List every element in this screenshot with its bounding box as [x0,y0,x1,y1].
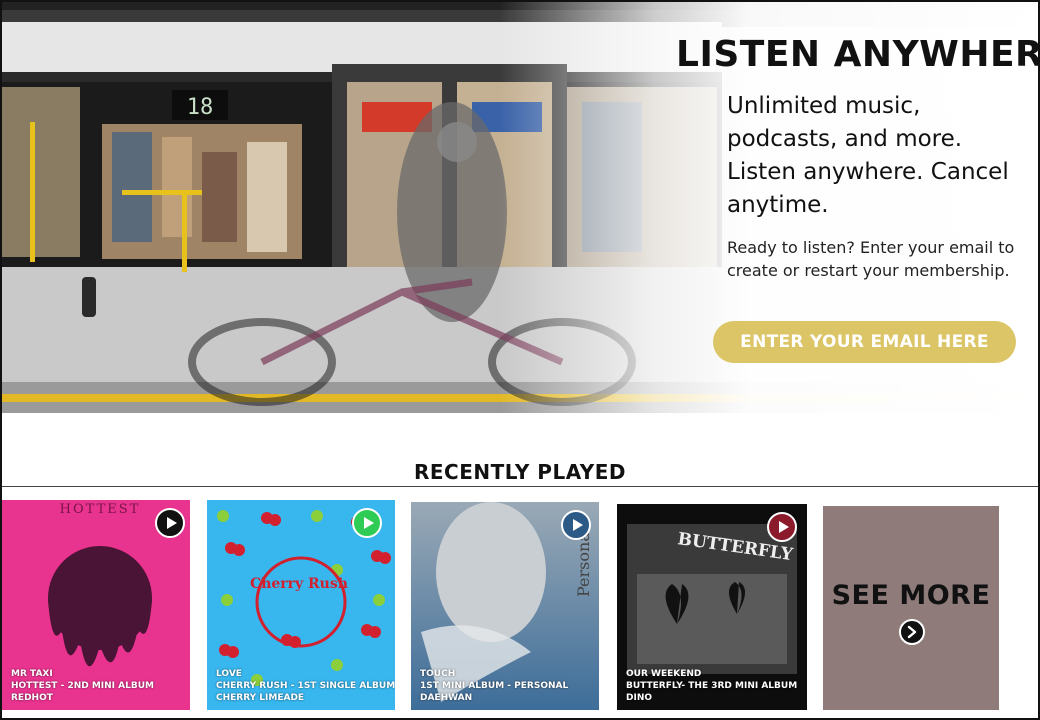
see-more-label: SEE MORE [831,580,991,611]
track-meta: MR TAXI HOTTEST - 2ND MINI ALBUM REDHOT [11,668,154,704]
album-card-cherry-rush[interactable]: Cherry Rush LOVE CHERRY RUSH - 1ST SINGL… [207,500,395,710]
recently-played-title: RECENTLY PLAYED [413,460,627,484]
album-title: BUTTERFLY- THE 3RD MINI ALBUM [626,681,798,691]
play-icon [778,521,789,533]
song-title: TOUCH [420,669,456,679]
see-more-card[interactable]: SEE MORE [823,506,999,710]
play-button[interactable] [561,510,591,540]
album-title: 1ST MINI ALBUM - PERSONAL [420,681,569,691]
enter-email-button[interactable]: ENTER YOUR EMAIL HERE [713,321,1016,363]
track-meta: TOUCH 1ST MINI ALBUM - PERSONAL DAEHWAN [420,668,568,704]
album-title: CHERRY RUSH - 1ST SINGLE ALBUM [216,681,395,691]
play-icon [166,517,177,529]
song-title: OUR WEEKEND [626,669,702,679]
hero-lead-text: Unlimited music, podcasts, and more. Lis… [727,93,1009,218]
album-title: HOTTEST - 2ND MINI ALBUM [11,681,154,691]
track-meta: LOVE CHERRY RUSH - 1ST SINGLE ALBUM CHER… [216,668,395,704]
play-icon [363,517,374,529]
hero-sub-text: Ready to listen? Enter your email to cre… [727,238,1015,280]
song-title: LOVE [216,669,242,679]
chevron-right-icon[interactable] [899,619,925,645]
song-title: MR TAXI [11,669,53,679]
section-divider [2,486,1038,487]
album-card-butterfly[interactable]: BUTTERFLY OUR WEEKEND BUTTERFLY- THE 3RD… [617,504,807,710]
cover-text: HOTTEST [60,502,141,517]
artist-name: DAEHWAN [420,693,473,703]
play-button[interactable] [767,512,797,542]
artist-name: DINO [626,693,653,703]
artist-name: CHERRY LIMEADE [216,693,305,703]
cover-text: Cherry Rush [250,576,348,592]
album-card-hottest[interactable]: HOTTEST MR TAXI HOTTEST - 2ND MINI ALBUM… [2,500,190,710]
play-button[interactable] [155,508,185,538]
play-icon [572,519,583,531]
play-button[interactable] [352,508,382,538]
album-card-personal[interactable]: Personal TOUCH 1ST MINI ALBUM - PERSONAL… [411,502,599,710]
hero-title: LISTEN ANYWHERE [676,34,1040,75]
artist-name: REDHOT [11,693,53,703]
track-meta: OUR WEEKEND BUTTERFLY- THE 3RD MINI ALBU… [626,668,797,704]
